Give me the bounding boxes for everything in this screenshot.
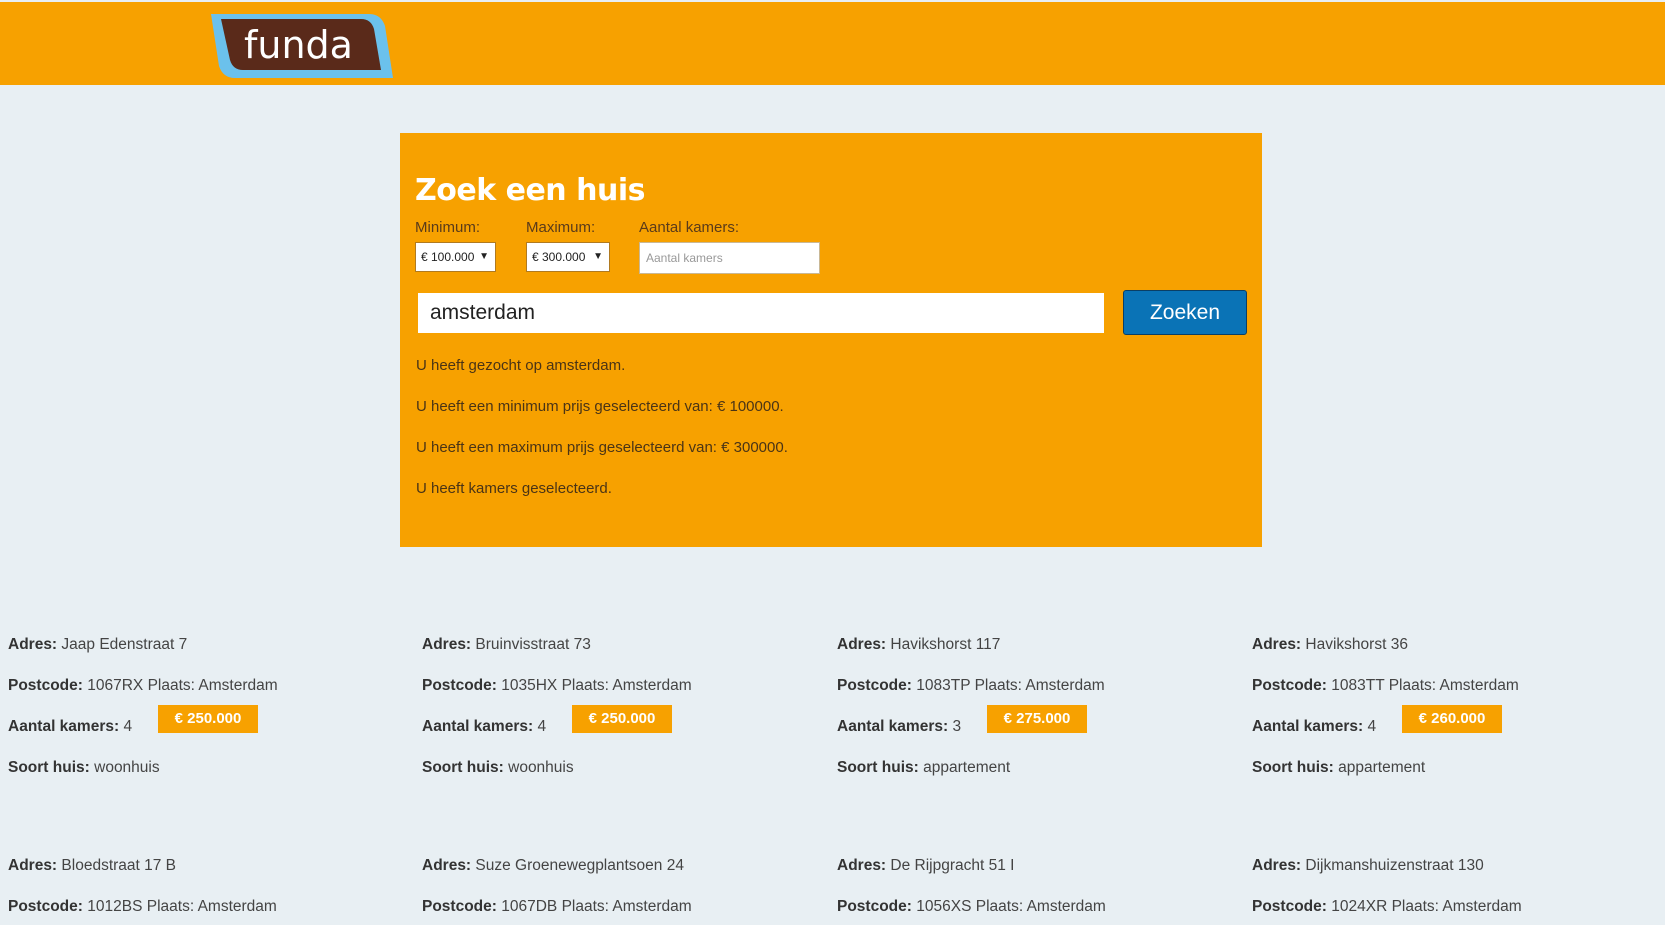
listing-rooms: Aantal kamers: 4 [1252,718,1377,735]
search-info-query: U heeft gezocht op amsterdam. [416,357,626,374]
listing-rooms: Aantal kamers: 4 [8,718,133,735]
listing-card[interactable]: Adres: De Rijpgracht 51 I Postcode: 1056… [837,857,1237,925]
listing-card[interactable]: Adres: Suze Groenewegplantsoen 24 Postco… [422,857,822,925]
listing-type: Soort huis: appartement [1252,759,1426,776]
min-price-select[interactable]: € 100.000 ▼ [415,242,496,272]
listing-type: Soort huis: appartement [837,759,1011,776]
listing-address: Adres: Suze Groenewegplantsoen 24 [422,857,684,874]
max-price-select[interactable]: € 300.000 ▼ [526,242,610,272]
search-input[interactable]: amsterdam [418,293,1104,333]
listing-type: Soort huis: woonhuis [8,759,160,776]
top-bar: funda [0,2,1665,85]
listing-address: Adres: De Rijpgracht 51 I [837,857,1015,874]
listing-address: Adres: Bloedstraat 17 B [8,857,177,874]
listing-postcode: Postcode: 1012BS Plaats: Amsterdam [8,898,277,915]
price-tag: € 250.000 [158,705,258,733]
price-tag: € 260.000 [1402,705,1502,733]
listing-address: Adres: Havikshorst 36 [1252,636,1408,653]
search-info-max: U heeft een maximum prijs geselecteerd v… [416,439,788,456]
search-panel: Zoek een huis Minimum: Maximum: Aantal k… [400,133,1262,547]
listing-address: Adres: Bruinvisstraat 73 [422,636,591,653]
listing-address: Adres: Jaap Edenstraat 7 [8,636,188,653]
price-tag: € 275.000 [987,705,1087,733]
funda-logo-icon: funda [211,14,393,78]
chevron-down-icon: ▼ [593,251,603,262]
chevron-down-icon: ▼ [479,251,489,262]
listing-postcode: Postcode: 1083TP Plaats: Amsterdam [837,677,1105,694]
listing-postcode: Postcode: 1083TT Plaats: Amsterdam [1252,677,1519,694]
funda-logo[interactable]: funda [209,12,394,79]
listing-type: Soort huis: woonhuis [422,759,574,776]
listing-card[interactable]: Adres: Jaap Edenstraat 7 Postcode: 1067R… [8,636,408,786]
logo-text: funda [244,23,353,67]
listing-card[interactable]: Adres: Bruinvisstraat 73 Postcode: 1035H… [422,636,822,786]
rooms-label: Aantal kamers: [639,219,740,236]
search-title: Zoek een huis [415,173,645,208]
rooms-input[interactable]: Aantal kamers [639,242,820,274]
listing-rooms: Aantal kamers: 3 [837,718,962,735]
search-info-rooms: U heeft kamers geselecteerd. [416,480,612,497]
price-tag: € 250.000 [572,705,672,733]
search-button[interactable]: Zoeken [1123,290,1247,335]
listing-address: Adres: Dijkmanshuizenstraat 130 [1252,857,1484,874]
listing-card[interactable]: Adres: Havikshorst 117 Postcode: 1083TP … [837,636,1237,786]
listing-card[interactable]: Adres: Havikshorst 36 Postcode: 1083TT P… [1252,636,1652,786]
listing-address: Adres: Havikshorst 117 [837,636,1001,653]
listing-postcode: Postcode: 1035HX Plaats: Amsterdam [422,677,692,694]
listing-postcode: Postcode: 1024XR Plaats: Amsterdam [1252,898,1522,915]
listing-card[interactable]: Adres: Bloedstraat 17 B Postcode: 1012BS… [8,857,408,925]
listing-postcode: Postcode: 1067DB Plaats: Amsterdam [422,898,692,915]
listing-rooms: Aantal kamers: 4 [422,718,547,735]
max-price-label: Maximum: [526,219,596,236]
min-price-label: Minimum: [415,219,481,236]
search-info-min: U heeft een minimum prijs geselecteerd v… [416,398,784,415]
listing-card[interactable]: Adres: Dijkmanshuizenstraat 130 Postcode… [1252,857,1652,925]
max-price-value: € 300.000 [532,250,586,264]
min-price-value: € 100.000 [421,250,475,264]
listing-postcode: Postcode: 1056XS Plaats: Amsterdam [837,898,1106,915]
listing-postcode: Postcode: 1067RX Plaats: Amsterdam [8,677,278,694]
